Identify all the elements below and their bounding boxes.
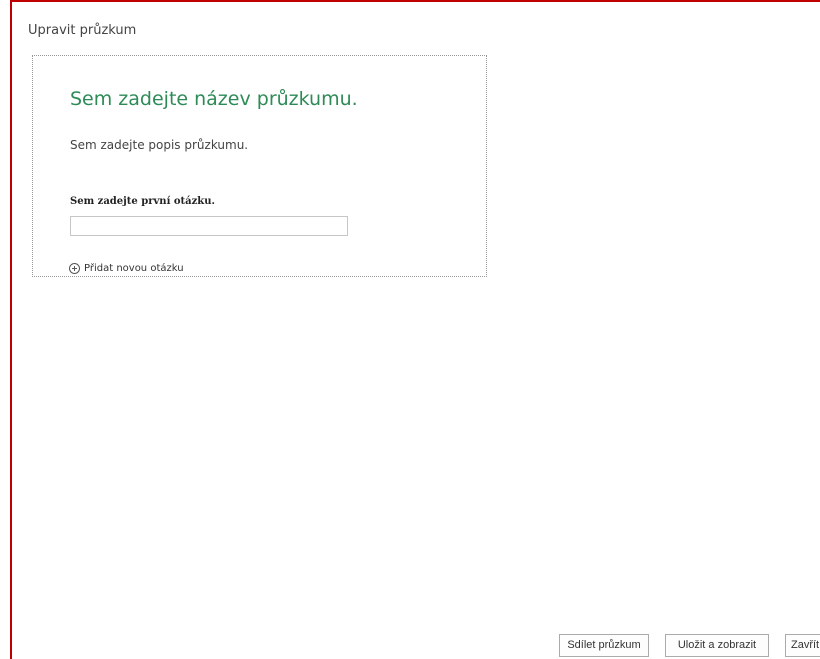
plus-circle-icon: [69, 263, 80, 274]
window-title: Upravit průzkum: [28, 23, 137, 38]
answer-input[interactable]: [70, 216, 348, 236]
share-survey-button[interactable]: Sdílet průzkum: [559, 634, 649, 657]
window-frame: Upravit průzkum Sem zadejte název průzku…: [10, 0, 820, 659]
close-button[interactable]: Zavřít: [785, 634, 820, 657]
add-question-button[interactable]: Přidat novou otázku: [69, 263, 184, 274]
survey-edit-panel: Sem zadejte název průzkumu. Sem zadejte …: [32, 55, 487, 277]
survey-title-field[interactable]: Sem zadejte název průzkumu.: [70, 88, 358, 110]
first-question-field[interactable]: Sem zadejte první otázku.: [70, 196, 215, 207]
survey-description-field[interactable]: Sem zadejte popis průzkumu.: [70, 138, 248, 152]
add-question-label: Přidat novou otázku: [84, 263, 184, 274]
save-and-view-button[interactable]: Uložit a zobrazit: [665, 634, 769, 657]
